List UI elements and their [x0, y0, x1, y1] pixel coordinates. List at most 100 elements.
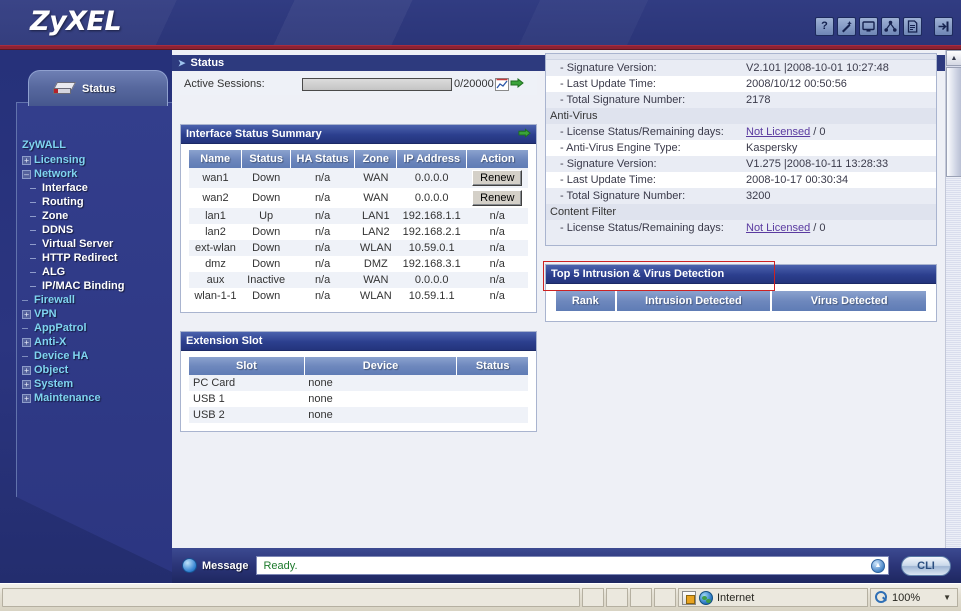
- site-map-icon[interactable]: [881, 17, 900, 36]
- expand-icon[interactable]: +: [22, 155, 31, 165]
- detail-value: 2008-10-17 00:30:34: [742, 172, 936, 188]
- zoom-level-cell[interactable]: 100% ▼: [870, 588, 958, 607]
- sidebar-item-apppatrol[interactable]: AppPatrol: [16, 321, 172, 335]
- cell-name: dmz: [189, 256, 242, 272]
- security-zone-cell[interactable]: Internet: [678, 588, 868, 607]
- lock-icon: [682, 590, 696, 605]
- cell-status: Down: [241, 256, 291, 272]
- tree-branch-icon: [30, 198, 39, 207]
- tree-branch-icon: [30, 184, 39, 193]
- sidebar-item-zone[interactable]: Zone: [16, 209, 172, 223]
- collapse-icon[interactable]: –: [22, 169, 31, 179]
- sidebar: Status ZyWALL + Licensing – Network Interf…: [0, 50, 172, 583]
- scrollbar-thumb[interactable]: [946, 67, 961, 177]
- content-area: ➤ Status Active Sessions: 0/20000 Interf…: [172, 50, 961, 548]
- security-zone-label: Internet: [717, 591, 755, 604]
- sidebar-item-ddns[interactable]: DDNS: [16, 223, 172, 237]
- cli-button[interactable]: CLI: [901, 555, 951, 576]
- chevron-down-icon[interactable]: ▼: [943, 593, 951, 602]
- wizard-icon[interactable]: [837, 17, 856, 36]
- sidebar-item-anti-x[interactable]: + Anti-X: [16, 335, 172, 349]
- tree-branch-icon: [30, 268, 39, 277]
- expand-icon[interactable]: +: [22, 365, 31, 375]
- sidebar-item-ip-mac-binding[interactable]: IP/MAC Binding: [16, 279, 172, 293]
- renew-button[interactable]: Renew: [472, 190, 523, 206]
- sidebar-item-interface[interactable]: Interface: [16, 181, 172, 195]
- cell-ha: n/a: [290, 288, 355, 304]
- cell-slot: USB 2: [189, 407, 305, 423]
- expand-green-arrow-icon[interactable]: [510, 77, 524, 91]
- collapse-up-icon[interactable]: ▲: [871, 558, 885, 573]
- cell-zone: LAN2: [354, 224, 397, 240]
- console-icon[interactable]: [859, 17, 878, 36]
- message-field[interactable]: Ready. ▲: [256, 556, 889, 575]
- top5-panel-wrap: Top 5 Intrusion & Virus Detection Rank I…: [543, 261, 937, 322]
- tree-branch-icon: [22, 352, 31, 361]
- renew-button[interactable]: Renew: [472, 170, 523, 186]
- expand-green-arrow-icon[interactable]: [518, 128, 531, 141]
- sidebar-item-object[interactable]: + Object: [16, 363, 172, 377]
- sidebar-item-maintenance[interactable]: + Maintenance: [16, 391, 172, 405]
- sidebar-item-http-redirect[interactable]: HTTP Redirect: [16, 251, 172, 265]
- active-sessions-label: Active Sessions:: [184, 78, 265, 90]
- license-details-box: - Signature Version: V2.101 |2008-10-01 1…: [545, 53, 937, 246]
- help-icon[interactable]: ?: [815, 17, 834, 36]
- detail-value: Not Licensed / 0: [742, 220, 936, 236]
- header-icon-toolbar: ?: [815, 17, 953, 36]
- license-details-footer-spacer: [546, 236, 936, 245]
- message-label: Message: [202, 559, 249, 572]
- sidebar-item-system[interactable]: + System: [16, 377, 172, 391]
- detail-group-row: Anti-Virus: [546, 108, 936, 124]
- detail-key: - License Status/Remaining days:: [546, 220, 742, 236]
- about-document-icon[interactable]: [903, 17, 922, 36]
- scroll-up-button[interactable]: ▲: [946, 50, 961, 66]
- sidebar-item-virtual-server[interactable]: Virtual Server: [16, 237, 172, 251]
- license-status-link[interactable]: Not Licensed: [746, 126, 810, 138]
- sidebar-item-routing[interactable]: Routing: [16, 195, 172, 209]
- sidebar-item-label: AppPatrol: [34, 322, 87, 334]
- cell-name: wlan-1-1: [189, 288, 242, 304]
- detail-row: - Total Signature Number: 2178: [546, 92, 936, 108]
- app-header: ZyXEL ?: [0, 0, 961, 45]
- detail-value: Kaspersky: [742, 140, 936, 156]
- cell-action: n/a: [466, 240, 528, 256]
- page-scrollbar-vertical[interactable]: ▲: [945, 50, 961, 548]
- license-status-link[interactable]: Not Licensed: [746, 222, 810, 234]
- chart-icon[interactable]: [494, 77, 509, 91]
- cell-status: [456, 407, 528, 423]
- sidebar-item-firewall[interactable]: Firewall: [16, 293, 172, 307]
- cell-ha: n/a: [290, 208, 355, 224]
- detail-group-row: Content Filter: [546, 204, 936, 220]
- sidebar-item-network[interactable]: – Network: [16, 167, 172, 181]
- sidebar-item-label: Interface: [42, 182, 88, 194]
- logout-icon[interactable]: [934, 17, 953, 36]
- cell-ha: n/a: [290, 240, 355, 256]
- sidebar-item-licensing[interactable]: + Licensing: [16, 153, 172, 167]
- cell-ip: 10.59.1.1: [396, 288, 467, 304]
- sidebar-item-device-ha[interactable]: Device HA: [16, 349, 172, 363]
- expand-icon[interactable]: +: [22, 379, 31, 389]
- sidebar-item-vpn[interactable]: + VPN: [16, 307, 172, 321]
- cell-ha: n/a: [290, 272, 355, 288]
- expand-icon[interactable]: +: [22, 337, 31, 347]
- active-sessions-value: 0/20000: [454, 78, 494, 90]
- top5-body: Rank Intrusion Detected Virus Detected: [546, 284, 936, 321]
- cell-zone: WAN: [354, 188, 397, 208]
- tab-status[interactable]: Status: [28, 70, 168, 106]
- cell-action: n/a: [466, 272, 528, 288]
- expand-icon[interactable]: +: [22, 393, 31, 403]
- cell-zone: WAN: [354, 272, 397, 288]
- status-bar-cell: [630, 588, 652, 607]
- cell-action: n/a: [466, 256, 528, 272]
- col-zone: Zone: [354, 150, 398, 168]
- sidebar-item-label: Firewall: [34, 294, 75, 306]
- tree-branch-icon: [22, 324, 31, 333]
- license-days: / 0: [810, 126, 826, 138]
- expand-icon[interactable]: +: [22, 309, 31, 319]
- magnifier-icon: [875, 591, 888, 604]
- status-bar-main-cell: [2, 588, 580, 607]
- detail-row: - Last Update Time: 2008-10-17 00:30:34: [546, 172, 936, 188]
- detail-row: - Signature Version: V1.275 |2008-10-11 1…: [546, 156, 936, 172]
- detail-key: - Total Signature Number:: [546, 188, 742, 204]
- sidebar-item-alg[interactable]: ALG: [16, 265, 172, 279]
